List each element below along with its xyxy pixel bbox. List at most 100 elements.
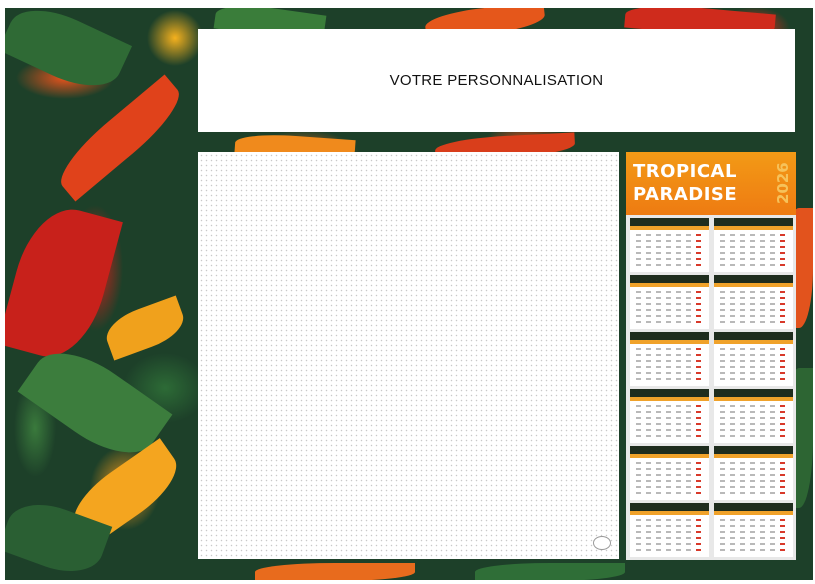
day-cell	[676, 246, 681, 248]
day-cell	[666, 429, 671, 431]
day-cell	[730, 264, 735, 266]
day-cell	[646, 348, 651, 350]
day-cell	[730, 468, 735, 470]
day-cell	[750, 411, 755, 413]
day-cell	[750, 543, 755, 545]
month-name-bar	[630, 389, 709, 397]
day-cell	[696, 309, 701, 311]
day-cell	[740, 423, 745, 425]
day-cell	[666, 468, 671, 470]
day-cell	[636, 492, 641, 494]
day-cell	[780, 291, 785, 293]
foliage-leaf	[5, 198, 123, 368]
day-cell	[646, 252, 651, 254]
day-cell	[760, 468, 765, 470]
day-cell	[750, 360, 755, 362]
day-cell	[770, 543, 775, 545]
day-cell	[666, 291, 671, 293]
day-cell	[636, 435, 641, 437]
day-cell	[646, 417, 651, 419]
year-calendar: TROPICAL PARADISE 2026	[626, 152, 796, 560]
day-cell	[656, 378, 661, 380]
day-cell	[656, 309, 661, 311]
day-cell	[686, 240, 691, 242]
day-cell	[686, 405, 691, 407]
day-cell	[676, 354, 681, 356]
day-cell	[696, 417, 701, 419]
day-cell	[696, 492, 701, 494]
day-cell	[740, 519, 745, 521]
day-cell	[676, 492, 681, 494]
foliage-leaf	[5, 8, 133, 101]
day-cell	[740, 246, 745, 248]
day-cell	[750, 486, 755, 488]
day-cell	[656, 480, 661, 482]
day-cell	[720, 435, 725, 437]
day-cell	[636, 549, 641, 551]
day-cell	[646, 297, 651, 299]
day-cell	[760, 405, 765, 407]
day-cell	[760, 264, 765, 266]
day-cell	[780, 537, 785, 539]
day-cell	[656, 303, 661, 305]
day-cell	[636, 297, 641, 299]
day-cell	[666, 252, 671, 254]
day-cell	[646, 411, 651, 413]
day-cell	[676, 468, 681, 470]
day-cell	[636, 354, 641, 356]
month-name-bar	[630, 503, 709, 511]
day-cell	[646, 303, 651, 305]
day-cell	[720, 321, 725, 323]
day-cell	[720, 264, 725, 266]
day-cell	[770, 252, 775, 254]
day-cell	[740, 549, 745, 551]
day-cell	[676, 234, 681, 236]
day-cell	[730, 303, 735, 305]
day-cell	[666, 474, 671, 476]
calendar-month-block	[714, 389, 793, 443]
day-cell	[730, 258, 735, 260]
calendar-month-block	[714, 275, 793, 329]
day-cell	[740, 234, 745, 236]
day-cell	[770, 429, 775, 431]
day-cell	[740, 366, 745, 368]
day-cell	[740, 378, 745, 380]
day-cell	[730, 411, 735, 413]
day-cell	[780, 462, 785, 464]
calendar-month-block	[630, 389, 709, 443]
day-cell	[720, 315, 725, 317]
day-cell	[750, 321, 755, 323]
day-cell	[676, 252, 681, 254]
day-cell	[720, 291, 725, 293]
day-cell	[636, 417, 641, 419]
day-cell	[760, 549, 765, 551]
day-cell	[666, 366, 671, 368]
day-cell	[696, 462, 701, 464]
day-cell	[686, 492, 691, 494]
day-cell	[676, 525, 681, 527]
day-cell	[646, 519, 651, 521]
day-cell	[770, 474, 775, 476]
day-cell	[770, 423, 775, 425]
day-cell	[770, 309, 775, 311]
day-cell	[730, 246, 735, 248]
day-cell	[696, 354, 701, 356]
day-cell	[686, 519, 691, 521]
day-cell	[676, 315, 681, 317]
day-cell	[780, 417, 785, 419]
day-cell	[720, 549, 725, 551]
day-cell	[750, 468, 755, 470]
day-cell	[780, 474, 785, 476]
day-cell	[636, 519, 641, 521]
day-cell	[760, 297, 765, 299]
day-cell	[730, 423, 735, 425]
day-cell	[696, 303, 701, 305]
day-cell	[780, 321, 785, 323]
day-cell	[666, 234, 671, 236]
day-cell	[720, 543, 725, 545]
day-cell	[750, 435, 755, 437]
day-cell	[770, 480, 775, 482]
day-cell	[636, 315, 641, 317]
day-cell	[730, 417, 735, 419]
day-cell	[646, 525, 651, 527]
